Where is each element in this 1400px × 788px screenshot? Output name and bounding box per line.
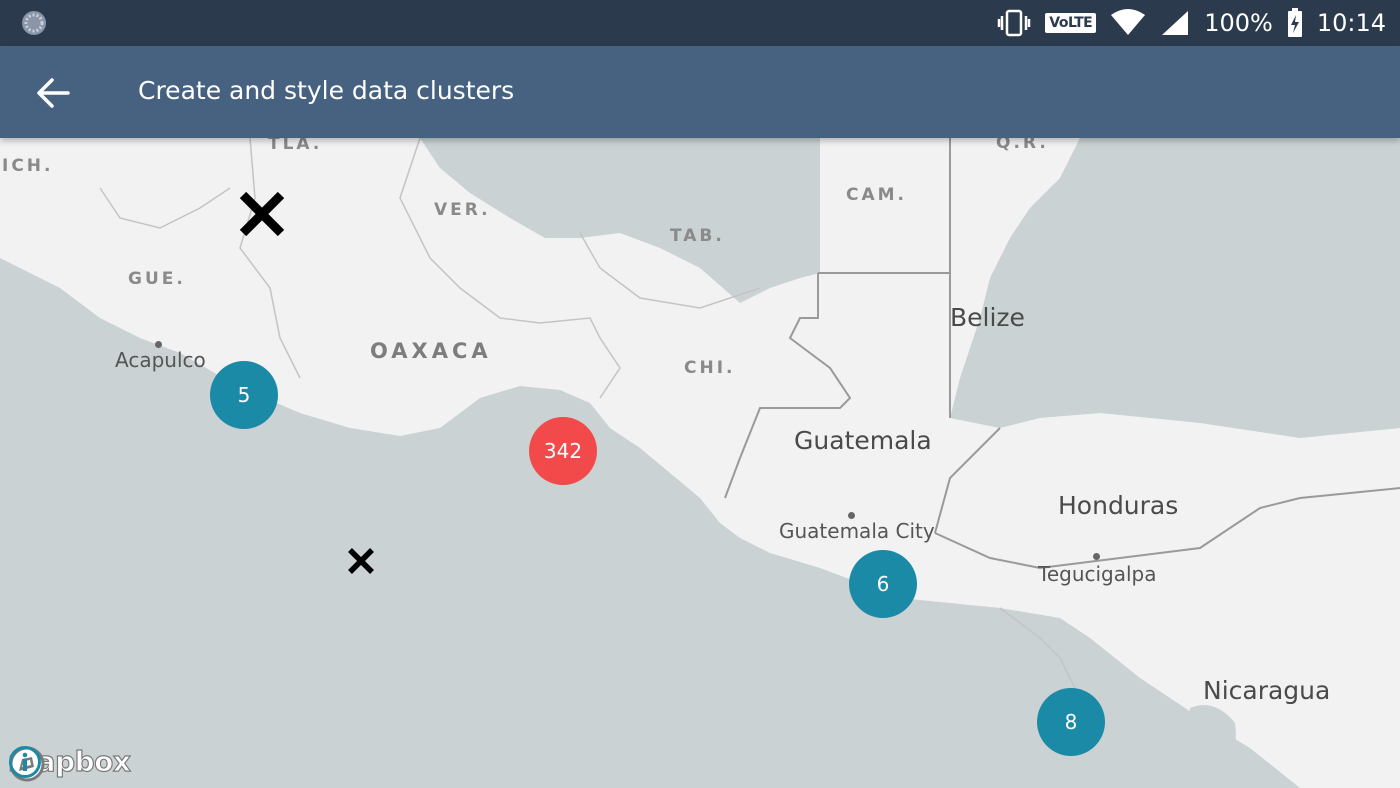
cluster-count: 5 [237,383,251,407]
cluster-count: 6 [876,572,890,596]
state-label-cam: CAM. [846,185,908,205]
country-label-belize: Belize [950,303,1025,332]
state-label-qr: Q.R. [996,138,1049,153]
cluster-circle[interactable]: 342 [529,417,597,485]
cluster-circle[interactable]: 5 [210,361,278,429]
info-icon[interactable] [8,745,42,779]
city-dot-acapulco [155,341,162,348]
city-dot-guatemala-city [848,512,855,519]
vibrate-icon [998,9,1031,37]
cluster-circle[interactable]: 6 [849,550,917,618]
city-dot-tegucigalpa [1093,553,1100,560]
cluster-count: 8 [1064,710,1078,734]
map-attribution: mapbox [7,744,132,782]
city-label-acapulco: Acapulco [115,348,206,372]
cluster-circle[interactable]: 8 [1037,688,1105,756]
map-view[interactable]: ICH. TLA. VER. TAB. CAM. Q.R. GUE. CHI. … [0,138,1400,788]
state-label-tab: TAB. [670,226,725,246]
app-bar: Create and style data clusters [0,46,1400,138]
wifi-icon [1111,9,1146,35]
city-label-guatemala-city: Guatemala City [779,519,935,543]
signal-icon [1162,11,1189,35]
country-label-guatemala: Guatemala [794,426,932,455]
state-label-ver: VER. [434,200,491,220]
battery-charging-icon [1287,8,1302,37]
state-label-gue: GUE. [128,269,186,289]
region-label-oaxaca: OAXACA [370,339,492,363]
country-label-honduras: Honduras [1058,491,1179,520]
x-marker-icon[interactable] [346,547,376,575]
battery-percent: 100% [1204,9,1273,37]
arrow-left-icon[interactable] [30,73,76,113]
country-label-nicaragua: Nicaragua [1203,676,1331,705]
state-label-mich: ICH. [2,156,54,176]
volte-badge: VoLTE [1045,13,1097,33]
settings-dots-icon [22,11,46,35]
status-bar: VoLTE 100% 10:14 [0,0,1400,46]
clock: 10:14 [1316,9,1386,37]
state-label-chi: CHI. [684,358,736,378]
x-marker-icon[interactable] [238,191,286,237]
page-title: Create and style data clusters [138,76,515,105]
state-label-tla: TLA. [268,138,323,154]
city-label-tegucigalpa: Tegucigalpa [1038,562,1157,586]
cluster-count: 342 [543,439,583,463]
